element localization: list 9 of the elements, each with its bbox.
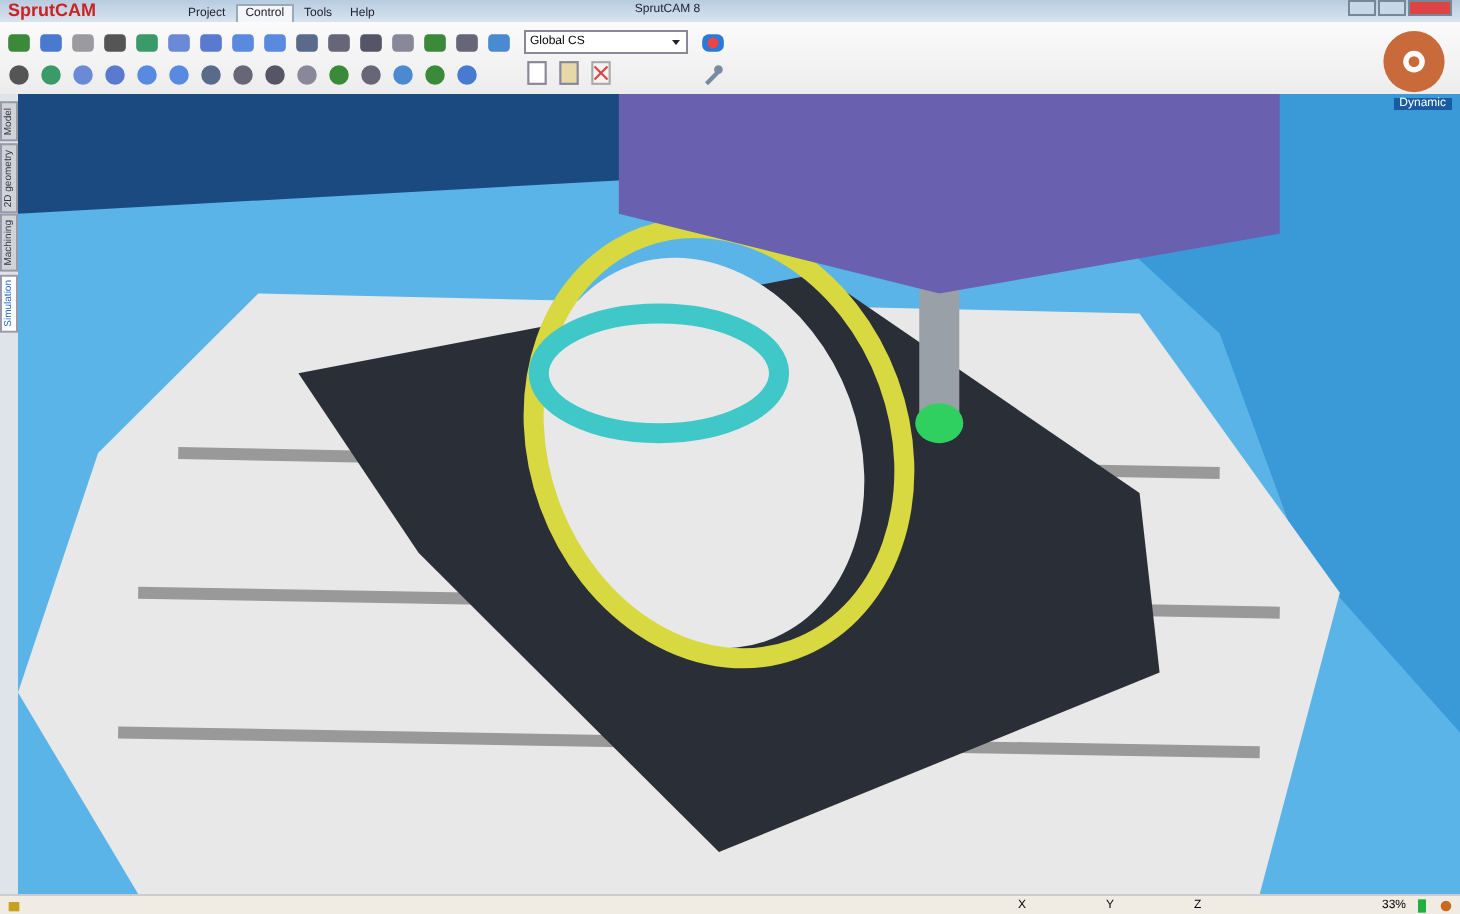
document-icon[interactable]	[524, 60, 550, 86]
minimize-button[interactable]	[1348, 0, 1376, 16]
delete-document-icon[interactable]	[588, 60, 614, 86]
battery-icon	[1414, 897, 1430, 913]
caret-icon[interactable]	[670, 36, 682, 48]
app-logo: SprutCAM	[8, 0, 98, 22]
maximize-button[interactable]	[1378, 0, 1406, 16]
document-icon[interactable]	[556, 60, 582, 86]
wrench-icon[interactable]	[700, 61, 726, 87]
